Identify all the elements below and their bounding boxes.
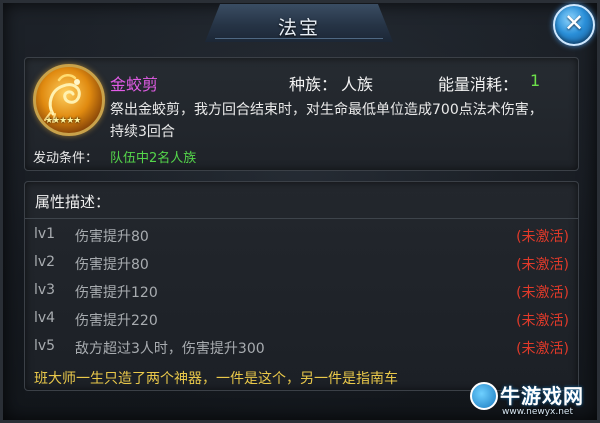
level-label: lv4 <box>34 310 56 326</box>
level-effect: 敌方超过3人时，伤害提升300 <box>75 341 265 357</box>
level-label: lv3 <box>34 282 56 298</box>
level-label: lv2 <box>34 254 56 270</box>
treasure-info-panel: ★★★★★ 金蛟剪 种族： 人族 能量消耗： 1 祭出金蛟剪，我方回合结束时，对… <box>24 57 579 171</box>
level-effect: 伤害提升80 <box>75 229 149 245</box>
level-status: (未激活) <box>516 341 569 357</box>
watermark-url: www.newyx.net <box>502 407 574 417</box>
trigger-condition-value: 队伍中2名人族 <box>110 151 197 166</box>
level-row: lv3 伤害提升120 (未激活) <box>34 282 569 304</box>
level-effect: 伤害提升120 <box>75 285 158 301</box>
treasure-dialog: 法宝 ✕ ★★★★★ 金蛟剪 种族： 人族 能量消耗： 1 祭出金蛟剪，我方回合… <box>0 0 600 423</box>
attributes-panel: 属性描述： lv1 伤害提升80 (未激活) lv2 伤害提升80 (未激活) … <box>24 181 579 391</box>
close-icon[interactable]: ✕ <box>555 9 593 37</box>
level-status: (未激活) <box>516 313 569 329</box>
effect-description: 祭出金蛟剪，我方回合结束时，对生命最低单位造成700点法术伤害，持续3回合 <box>110 102 543 140</box>
title-tab: 法宝 <box>205 4 393 42</box>
divider <box>25 218 578 219</box>
dialog-title: 法宝 <box>277 17 320 39</box>
level-status: (未激活) <box>516 257 569 273</box>
energy-cost-value: 1 <box>530 71 541 90</box>
level-status: (未激活) <box>516 229 569 245</box>
niu-logo-icon <box>470 382 498 410</box>
watermark-name: 牛游戏网 <box>500 384 584 408</box>
site-watermark: 牛游戏网 www.newyx.net <box>470 380 598 420</box>
treasure-name: 金蛟剪 <box>110 75 159 94</box>
level-effect: 伤害提升80 <box>75 257 149 273</box>
energy-cost-label: 能量消耗： <box>438 75 519 94</box>
level-row: lv1 伤害提升80 (未激活) <box>34 226 569 248</box>
level-status: (未激活) <box>516 285 569 301</box>
trigger-condition-label: 发动条件： <box>33 151 99 166</box>
star-rating: ★★★★★ <box>45 116 81 126</box>
level-row: lv5 敌方超过3人时，伤害提升300 (未激活) <box>34 338 569 360</box>
close-button[interactable]: ✕ <box>553 4 595 46</box>
level-label: lv5 <box>34 338 56 354</box>
level-row: lv2 伤害提升80 (未激活) <box>34 254 569 276</box>
level-effect: 伤害提升220 <box>75 313 158 329</box>
race-value: 人族 <box>341 75 374 94</box>
level-row: lv4 伤害提升220 (未激活) <box>34 310 569 332</box>
level-label: lv1 <box>34 226 56 242</box>
attributes-title: 属性描述： <box>35 193 111 211</box>
lore-text: 班大师一生只造了两个神器，一件是这个，另一件是指南车 <box>34 371 398 387</box>
race-label: 种族： <box>289 75 338 94</box>
